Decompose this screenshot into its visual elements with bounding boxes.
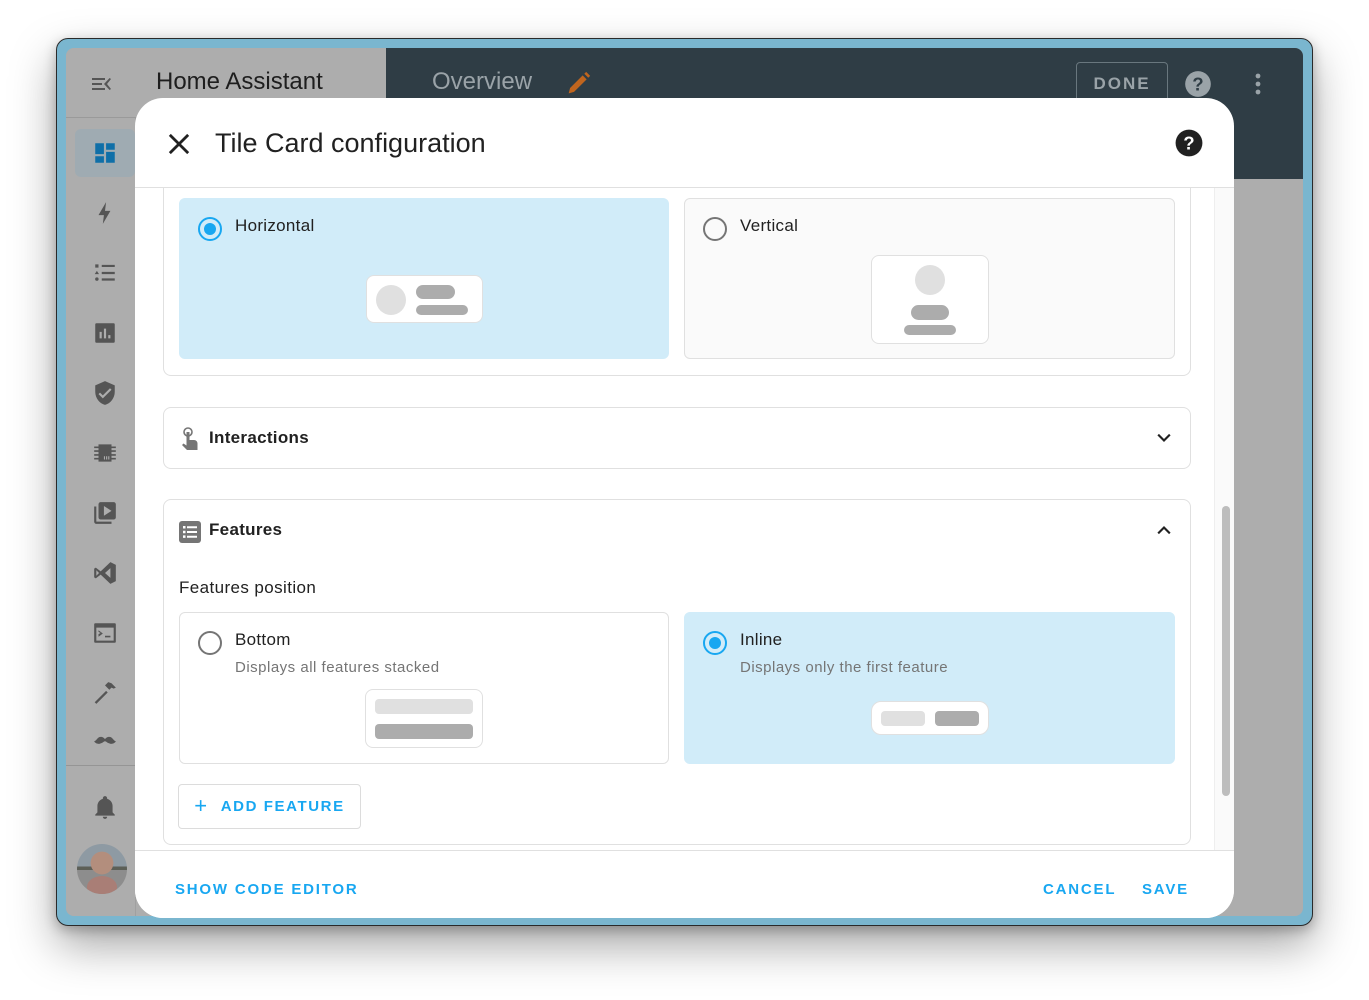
play-box-multiple-icon [94, 502, 116, 524]
preview-feature-bar [935, 711, 979, 726]
svg-text:?: ? [1183, 132, 1194, 153]
svg-text:?: ? [1192, 73, 1203, 94]
radio-bottom[interactable] [198, 631, 222, 655]
option-description: Displays only the first feature [740, 659, 949, 676]
microsoft-visual-studio-code-icon [94, 562, 116, 584]
sidebar-item-notifications[interactable] [75, 783, 135, 831]
sidebar-item-vscode[interactable] [75, 549, 135, 597]
preview-icon-circle [915, 265, 945, 295]
dialog-content: Horizontal Vertical Interactions Feature… [135, 188, 1234, 850]
interactions-title: Interactions [209, 428, 309, 447]
chart-box-icon [95, 323, 115, 343]
pencil-icon[interactable] [564, 70, 592, 98]
dialog-title: Tile Card configuration [215, 128, 486, 158]
mustache-icon [94, 736, 116, 744]
layout-option-horizontal[interactable]: Horizontal [179, 198, 669, 359]
show-code-editor-button[interactable]: SHOW CODE EDITOR [175, 881, 359, 898]
features-option-bottom[interactable]: Bottom Displays all features stacked [179, 612, 669, 764]
radio-inline[interactable] [703, 631, 727, 655]
vertical-preview [871, 255, 989, 344]
sidebar-item-terminal[interactable] [75, 609, 135, 657]
bottom-preview [365, 689, 483, 748]
preview-feature-bar [375, 724, 473, 739]
dashboard-title: Overview [432, 68, 533, 95]
preview-line [416, 305, 468, 315]
preview-feature-bar [375, 699, 473, 714]
features-panel: Features Features position Bottom Displa… [163, 499, 1191, 845]
interactions-panel[interactable]: Interactions [163, 407, 1191, 469]
add-feature-label: ADD FEATURE [220, 798, 345, 815]
interactions-header[interactable]: Interactions [164, 408, 1190, 468]
preview-line [911, 305, 949, 320]
menu-open-icon[interactable] [90, 72, 114, 96]
scrollbar-track[interactable] [1214, 188, 1234, 850]
sidebar-item-history[interactable] [75, 309, 135, 357]
preview-feature-bar [881, 711, 925, 726]
chevron-up-icon[interactable] [1154, 520, 1174, 540]
preview-icon-circle [376, 285, 406, 315]
dialog-header: Tile Card configuration ? [135, 98, 1234, 188]
sidebar-item-security[interactable] [75, 369, 135, 417]
tile-card-config-dialog: Tile Card configuration ? Horizontal Ver… [135, 98, 1234, 918]
radio-vertical[interactable] [703, 217, 727, 241]
bell-icon [95, 796, 115, 819]
option-label: Inline [740, 630, 783, 649]
option-description: Displays all features stacked [235, 659, 440, 676]
content-layout-panel: Horizontal Vertical [163, 188, 1191, 376]
cancel-button[interactable]: CANCEL [1043, 881, 1116, 898]
sidebar-item-hardware[interactable] [75, 429, 135, 477]
user-avatar[interactable] [77, 844, 127, 894]
close-icon[interactable] [165, 130, 193, 158]
help-circle-icon[interactable]: ? [1175, 129, 1203, 157]
dots-vertical-icon[interactable] [1246, 70, 1270, 98]
app-title: Home Assistant [156, 68, 323, 95]
features-option-inline[interactable]: Inline Displays only the first feature [684, 612, 1175, 764]
view-dashboard-icon [95, 143, 115, 163]
option-label: Vertical [740, 216, 799, 235]
gesture-tap-icon [182, 427, 198, 450]
help-circle-icon[interactable]: ? [1184, 70, 1212, 98]
add-feature-button[interactable]: + ADD FEATURE [178, 784, 361, 829]
features-header[interactable]: Features [164, 500, 1190, 560]
console-icon [94, 623, 116, 643]
features-position-label: Features position [179, 578, 317, 597]
dialog-footer: SHOW CODE EDITOR CANCEL SAVE [135, 850, 1234, 918]
option-label: Horizontal [235, 216, 315, 235]
sidebar [66, 118, 136, 916]
sidebar-divider [66, 765, 136, 766]
preview-line [904, 325, 956, 335]
plus-icon: + [194, 792, 209, 818]
radio-horizontal[interactable] [198, 217, 222, 241]
inline-preview [871, 701, 989, 735]
sidebar-item-media[interactable] [75, 489, 135, 537]
features-title: Features [209, 520, 283, 539]
sidebar-item-developer-tools[interactable] [75, 669, 135, 717]
shield-check-icon [95, 381, 115, 405]
scrollbar-thumb[interactable] [1222, 506, 1230, 796]
list-box-icon [179, 521, 201, 543]
lightning-bolt-icon [98, 202, 111, 224]
sidebar-item-energy[interactable] [75, 189, 135, 237]
sidebar-item-logbook[interactable] [75, 249, 135, 297]
chevron-down-icon[interactable] [1154, 428, 1174, 448]
chip-icon [94, 444, 116, 462]
option-label: Bottom [235, 630, 291, 649]
format-list-bulleted-type-icon [94, 264, 115, 281]
sidebar-item-overview[interactable] [75, 129, 135, 177]
preview-line [416, 285, 455, 299]
horizontal-preview [366, 275, 483, 323]
sidebar-item-hacs[interactable] [75, 723, 135, 753]
layout-option-vertical[interactable]: Vertical [684, 198, 1175, 359]
save-button[interactable]: SAVE [1142, 881, 1189, 898]
hammer-icon [94, 682, 116, 704]
